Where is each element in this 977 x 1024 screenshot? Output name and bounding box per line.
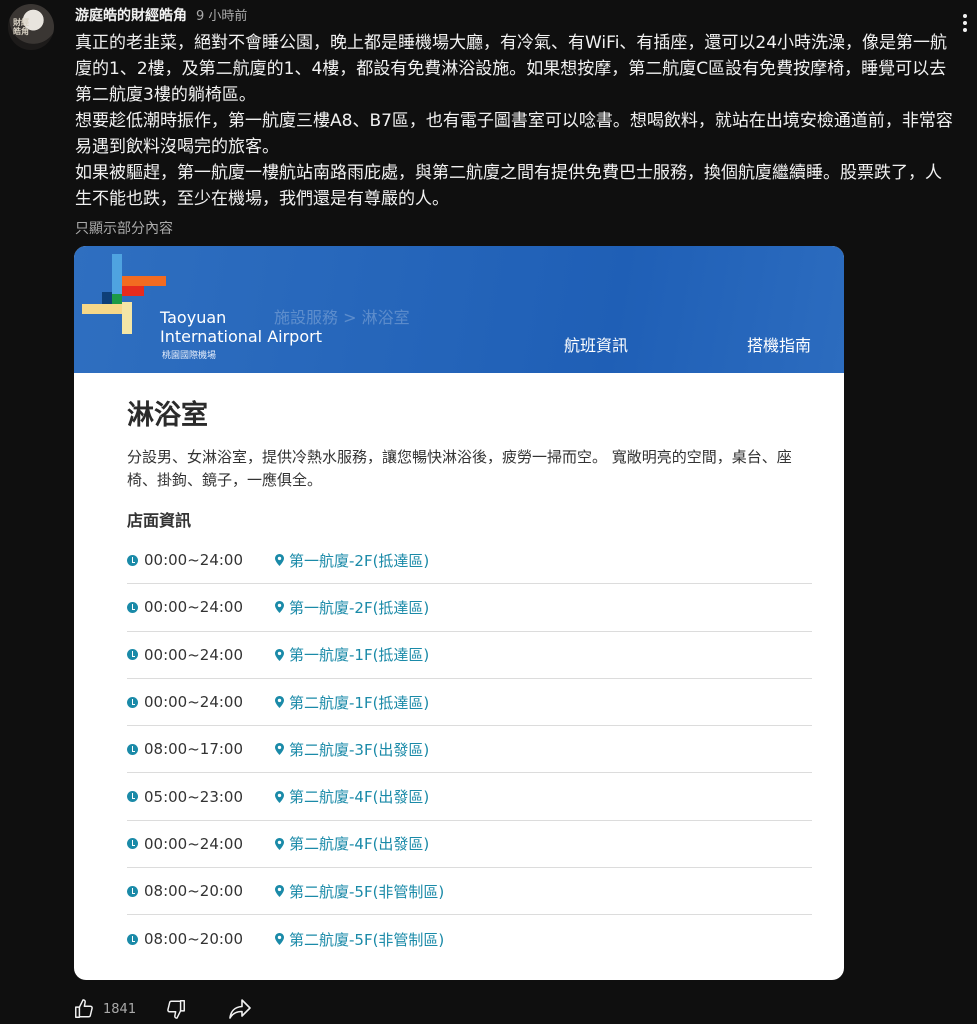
community-post: 財經皓角 游庭皓的財經皓角 9 小時前 真正的老韭菜，絕對不會睡公園，晚上都是睡… [0,0,977,1024]
location-pin-icon [273,601,285,614]
location-link: 第一航廈-1F(抵達區) [289,646,430,665]
page-title: 淋浴室 [127,400,208,431]
airport-banner: 施設服務 > 淋浴室 Taoyuan International Airport… [74,246,844,373]
clock-icon [127,601,138,613]
post-time[interactable]: 9 小時前 [196,5,247,24]
page-description: 分設男、女淋浴室，提供冷熱水服務，讓您暢快淋浴後，疲勞一掃而空。 寬敞明亮的空間… [127,448,792,489]
dislike-icon[interactable] [164,997,188,1021]
list-item: 08:00~20:00 第二航廈-5F(非管制區) [127,868,812,916]
opening-hours: 08:00~20:00 [144,882,244,901]
location-pin-icon [273,790,285,803]
opening-hours: 00:00~24:00 [144,693,244,712]
brand-name-zh: 桃園國際機場 [162,351,217,361]
location-link: 第二航廈-4F(出發區) [289,835,430,854]
location-link: 第二航廈-4F(出發區) [289,788,430,807]
clock-icon [127,649,138,661]
location-pin-icon [273,743,285,756]
list-item: 05:00~23:00 第二航廈-4F(出發區) [127,773,812,821]
list-item: 08:00~17:00 第二航廈-3F(出發區) [127,726,812,774]
opening-hours: 00:00~24:00 [144,645,244,664]
clock-icon [127,743,138,755]
list-item: 00:00~24:00 第二航廈-1F(抵達區) [127,679,812,727]
opening-hours: 00:00~24:00 [144,598,244,617]
list-item: 00:00~24:00 第二航廈-4F(出發區) [127,821,812,869]
read-more-link[interactable]: 只顯示部分內容 [75,218,173,238]
clock-icon [127,885,138,897]
location-pin-icon [273,837,285,850]
clock-icon [127,554,138,566]
airport-logo-icon [82,254,172,344]
location-pin-icon [273,648,285,661]
post-actions: 1841 [72,996,252,1022]
location-pin-icon [273,554,285,567]
post-text: 真正的老韭菜，絕對不會睡公園，晚上都是睡機場大廳，有冷氣、有WiFi、有插座，還… [75,30,955,212]
location-link: 第一航廈-2F(抵達區) [289,598,430,617]
list-item: 00:00~24:00 第一航廈-2F(抵達區) [127,537,812,585]
author-name[interactable]: 游庭皓的財經皓角 [75,5,187,25]
location-pin-icon [273,696,285,709]
nav-flight-info: 航班資訊 [564,336,629,355]
like-count: 1841 [103,1001,137,1017]
post-paragraph: 想要趁低潮時振作，第一航廈三樓A8、B7區，也有電子圖書室可以唸書。想喝飲料，就… [75,111,953,157]
avatar[interactable]: 財經皓角 [8,4,54,50]
location-link: 第二航廈-5F(非管制區) [289,930,445,949]
post-paragraph: 真正的老韭菜，絕對不會睡公園，晚上都是睡機場大廳，有冷氣、有WiFi、有插座，還… [75,33,948,105]
shower-location-list: 00:00~24:00 第一航廈-2F(抵達區) 00:00~24:00 第一航… [127,537,812,963]
opening-hours: 08:00~17:00 [144,740,244,759]
nav-travel-guide: 搭機指南 [747,336,812,355]
post-paragraph: 如果被驅趕，第一航廈一樓航站南路雨庇處，與第二航廈之間有提供免費巴士服務，換個航… [75,163,942,209]
avatar-badge: 財經皓角 [13,17,29,36]
list-item: 08:00~20:00 第二航廈-5F(非管制區) [127,915,812,962]
clock-icon [127,933,138,945]
share-icon[interactable] [228,997,252,1021]
list-item: 00:00~24:00 第一航廈-2F(抵達區) [127,584,812,632]
section-title: 店面資訊 [127,511,192,530]
location-link: 第二航廈-1F(抵達區) [289,693,430,712]
clock-icon [127,791,138,803]
location-pin-icon [273,885,285,898]
like-icon[interactable] [72,997,96,1021]
opening-hours: 08:00~20:00 [144,930,244,949]
post-image[interactable]: 施設服務 > 淋浴室 Taoyuan International Airport… [74,246,844,980]
clock-icon [127,696,138,708]
location-link: 第二航廈-5F(非管制區) [289,882,445,901]
list-item: 00:00~24:00 第一航廈-1F(抵達區) [127,632,812,679]
brand-name: Taoyuan International Airport [160,308,322,346]
location-pin-icon [273,933,285,946]
opening-hours: 05:00~23:00 [144,787,244,806]
location-link: 第二航廈-3F(出發區) [289,740,430,759]
card-body: 淋浴室 分設男、女淋浴室，提供冷熱水服務，讓您暢快淋浴後，疲勞一掃而空。 寬敞明… [74,373,844,963]
more-options-icon[interactable] [962,14,968,34]
opening-hours: 00:00~24:00 [144,551,244,570]
post-header: 游庭皓的財經皓角 9 小時前 [75,5,247,25]
clock-icon [127,838,138,850]
opening-hours: 00:00~24:00 [144,834,244,853]
location-link: 第一航廈-2F(抵達區) [289,551,430,570]
